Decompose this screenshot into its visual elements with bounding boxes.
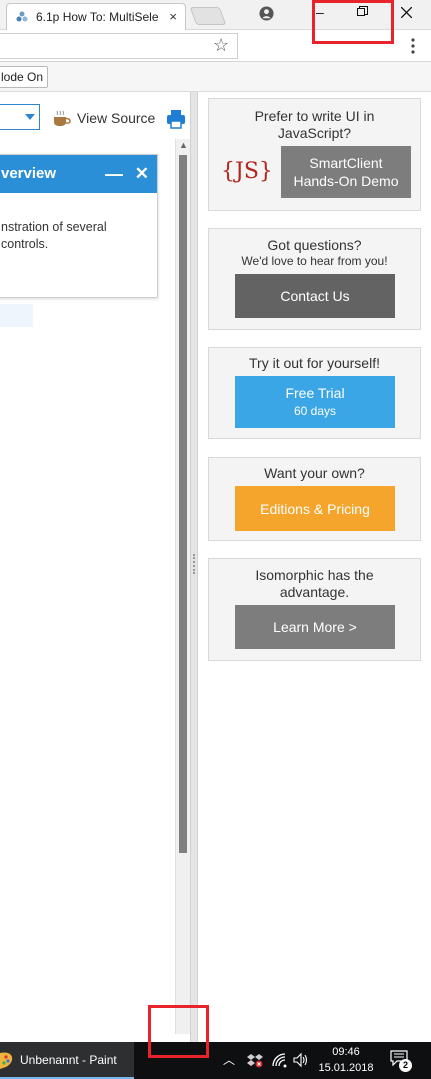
learn-more-label: Learn More > [273, 619, 357, 635]
overview-window-body: nstration of several controls. [0, 193, 157, 253]
isomorphic-heading-line2: advantage. [279, 584, 350, 600]
editions-card: Want your own? Editions & Pricing [208, 457, 421, 541]
annotation-highlight-taskbar [148, 1005, 209, 1058]
minimize-window-icon[interactable]: — [105, 155, 123, 193]
js-logo: {JS} [221, 151, 273, 191]
taskbar-app-label: Unbenannt - Paint [20, 1052, 117, 1067]
js-promo-heading: Prefer to write UI in JavaScript? [254, 108, 375, 141]
bookmark-star-icon[interactable]: ☆ [213, 35, 229, 56]
taskbar-clock[interactable]: 09:46 15.01.2018 [318, 1044, 374, 1076]
smartclient-demo-button[interactable]: SmartClient Hands-On Demo [281, 146, 411, 198]
wifi-icon[interactable] [271, 1052, 287, 1068]
contact-us-button[interactable]: Contact Us [235, 274, 395, 318]
overview-text-line1: nstration of several [1, 220, 107, 234]
isomorphic-heading-line1: Isomorphic has the [255, 567, 374, 583]
tab-title: 6.1p How To: MultiSele [36, 10, 158, 24]
view-source-icon[interactable] [52, 110, 72, 128]
windows-taskbar: Unbenannt - Paint ︿ 09:46 15.01.2018 2 [0, 1042, 431, 1079]
free-trial-line2: 60 days [293, 404, 337, 418]
browser-menu-icon[interactable] [408, 37, 418, 55]
vertical-scrollbar[interactable]: ▲ [175, 139, 190, 1034]
smartclient-demo-line2: Hands-On Demo [293, 173, 399, 189]
scrollbar-thumb[interactable] [179, 155, 187, 853]
panel-splitter[interactable] [190, 92, 198, 1042]
free-trial-button[interactable]: Free Trial 60 days [235, 376, 395, 428]
editions-pricing-label: Editions & Pricing [260, 500, 370, 517]
editions-pricing-button[interactable]: Editions & Pricing [235, 486, 395, 531]
overview-window: verview — ✕ nstration of several control… [0, 154, 158, 298]
overview-window-header[interactable]: verview — ✕ [0, 155, 157, 193]
new-tab-button[interactable] [189, 7, 227, 25]
paint-app-icon [0, 1052, 13, 1069]
overview-window-title: verview [1, 165, 57, 182]
volume-icon[interactable] [293, 1052, 309, 1068]
questions-subheading: We'd love to hear from you! [241, 254, 388, 268]
chevron-down-icon [25, 114, 35, 120]
taskbar-app-paint[interactable]: Unbenannt - Paint [0, 1042, 134, 1079]
close-window-x-icon[interactable]: ✕ [135, 155, 149, 193]
print-icon[interactable] [166, 109, 186, 129]
mode-toggle-button[interactable]: lode On [0, 66, 48, 88]
learn-more-button[interactable]: Learn More > [235, 605, 395, 649]
free-trial-line1: Free Trial [285, 385, 345, 401]
scroll-up-icon[interactable]: ▲ [179, 140, 188, 150]
browser-tab[interactable]: 6.1p How To: MultiSele × [6, 3, 186, 30]
js-logo-text: {JS} [221, 158, 273, 184]
url-field[interactable] [0, 33, 238, 59]
account-icon[interactable] [259, 6, 274, 21]
notification-count-badge: 2 [399, 1059, 412, 1072]
questions-heading: Got questions? [267, 237, 362, 253]
bookmarks-bar: lode On [0, 62, 431, 92]
questions-card: Got questions? We'd love to hear from yo… [208, 228, 421, 330]
demo-panel: View Source verview — ✕ nstration of sev… [0, 92, 190, 1042]
selected-row-highlight [0, 304, 33, 327]
clock-time: 09:46 [332, 1046, 360, 1058]
clock-date: 15.01.2018 [318, 1062, 374, 1074]
trial-card: Try it out for yourself! Free Trial 60 d… [208, 347, 421, 439]
close-window-icon[interactable] [401, 7, 412, 18]
contact-us-label: Contact Us [280, 288, 350, 304]
dropbox-icon[interactable] [247, 1052, 263, 1068]
overview-text-line2: controls. [1, 237, 49, 251]
skin-select[interactable] [0, 104, 40, 130]
js-promo-card: Prefer to write UI in JavaScript? {JS} S… [208, 98, 421, 211]
tray-overflow-chevron-icon[interactable]: ︿ [221, 1052, 237, 1068]
smartclient-demo-line1: SmartClient [309, 155, 383, 171]
splitter-grip-icon [193, 554, 195, 574]
editions-heading: Want your own? [264, 465, 365, 481]
smartclient-favicon-icon [14, 9, 30, 25]
annotation-highlight-window-controls [312, 0, 394, 44]
trial-heading: Try it out for yourself! [249, 355, 380, 371]
action-center-icon[interactable]: 2 [390, 1050, 412, 1072]
view-source-label[interactable]: View Source [77, 110, 155, 126]
tab-close-icon[interactable]: × [169, 9, 177, 24]
isomorphic-card: Isomorphic has the advantage. Learn More… [208, 558, 421, 661]
